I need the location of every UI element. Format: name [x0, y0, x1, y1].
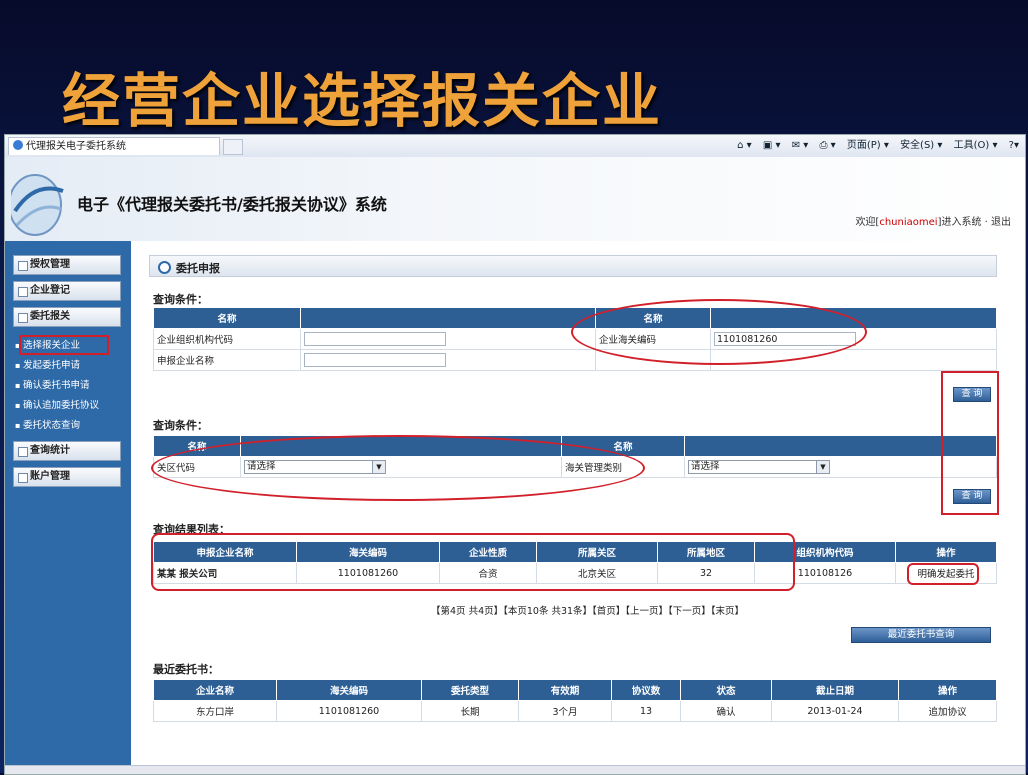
table-row: 东方口岸 1101081260 长期 3个月 13 确认 2013-01-24 … [153, 700, 997, 722]
sidebar: 授权管理 企业登记 委托报关 选择报关企业 发起委托申请 确认委托书申请 确认追… [5, 241, 131, 774]
recent-entrust-query-button[interactable]: 最近委托书查询 [851, 627, 991, 643]
declarant-name-label: 申报企业名称 [153, 349, 301, 371]
add-agreement-link[interactable]: 追加协议 [928, 707, 966, 718]
browser-window: 代理报关电子委托系统 ⌂ ▾ ▣ ▾ ✉ ▾ ⎙ ▾ 页面(P) ▾ 安全(S)… [4, 134, 1026, 775]
query-label-1: 查询条件： [153, 293, 208, 306]
highlight-box [19, 335, 109, 355]
org-code-input[interactable] [304, 332, 446, 346]
sidebar-item-query-stats[interactable]: 查询统计 [13, 441, 121, 461]
app-header: 电子《代理报关委托书/委托报关协议》系统 欢迎[chuniaomei]进入系统 … [5, 157, 1025, 241]
main-content: 委托申报 查询条件： 名称 名称 企业组织机构代码 企业海关编码 1101081… [131, 241, 1025, 774]
feeds-icon[interactable]: ▣ ▾ [763, 140, 781, 151]
org-code-label: 企业组织机构代码 [153, 328, 301, 350]
sidebar-item-entrusted-declaration[interactable]: 委托报关 [13, 307, 121, 327]
panel-bullet-icon [158, 261, 171, 274]
highlight-box [941, 371, 999, 515]
username: chuniaomei [879, 217, 938, 228]
logout-link[interactable]: ]进入系统 · 退出 [938, 217, 1011, 228]
highlight-oval [571, 299, 867, 365]
tab-title: 代理报关电子委托系统 [26, 141, 126, 152]
browser-tab-bar: 代理报关电子委托系统 ⌂ ▾ ▣ ▾ ✉ ▾ ⎙ ▾ 页面(P) ▾ 安全(S)… [5, 135, 1025, 158]
mail-icon[interactable]: ✉ ▾ [792, 140, 809, 151]
highlight-box [151, 533, 795, 591]
management-category-select[interactable]: 请选择 ▼ [688, 460, 830, 474]
panel-title: 委托申报 [176, 262, 220, 275]
pagination[interactable]: 【第4页 共4页】【本页10条 共31条】【首页】【上一页】【下一页】【末页】 [431, 603, 744, 617]
ie-page-icon [13, 140, 23, 150]
sidebar-item-account[interactable]: 账户管理 [13, 467, 121, 487]
subnav-initiate-request[interactable]: 发起委托申请 [15, 359, 80, 372]
ie-command-bar: ⌂ ▾ ▣ ▾ ✉ ▾ ⎙ ▾ 页面(P) ▾ 安全(S) ▾ 工具(O) ▾ … [729, 137, 1019, 155]
subnav-status-query[interactable]: 委托状态查询 [15, 419, 80, 432]
sidebar-item-enterprise-registration[interactable]: 企业登记 [13, 281, 121, 301]
page-menu[interactable]: 页面(P) ▾ [847, 140, 889, 151]
print-icon[interactable]: ⎙ ▾ [819, 140, 835, 151]
chevron-down-icon: ▼ [816, 461, 829, 473]
highlight-oval [151, 435, 645, 501]
col-name: 名称 [153, 307, 301, 329]
new-tab-button[interactable] [223, 139, 243, 155]
home-icon[interactable]: ⌂ ▾ [737, 140, 752, 151]
app-title: 电子《代理报关委托书/委托报关协议》系统 [77, 195, 387, 214]
query-label-2: 查询条件： [153, 419, 208, 432]
status-bar [5, 765, 1025, 774]
logo-globe-icon [11, 174, 64, 236]
browser-tab[interactable]: 代理报关电子委托系统 [8, 137, 220, 155]
slide-title: 经营企业选择报关企业 [62, 67, 663, 135]
user-welcome: 欢迎[chuniaomei]进入系统 · 退出 [855, 217, 1011, 228]
safety-menu[interactable]: 安全(S) ▾ [900, 140, 942, 151]
subnav-confirm-entrust[interactable]: 确认委托书申请 [15, 379, 90, 392]
recent-label: 最近委托书： [153, 663, 219, 676]
declarant-name-input[interactable] [304, 353, 446, 367]
sidebar-item-auth[interactable]: 授权管理 [13, 255, 121, 275]
highlight-box [907, 563, 979, 585]
tools-menu[interactable]: 工具(O) ▾ [954, 140, 998, 151]
recent-table: 企业名称 海关编码 委托类型 有效期 协议数 状态 截止日期 操作 东方口岸 1… [153, 679, 997, 722]
panel-header: 委托申报 [149, 255, 997, 277]
help-menu[interactable]: ?▾ [1009, 140, 1019, 151]
subnav-confirm-additional[interactable]: 确认追加委托协议 [15, 399, 99, 412]
